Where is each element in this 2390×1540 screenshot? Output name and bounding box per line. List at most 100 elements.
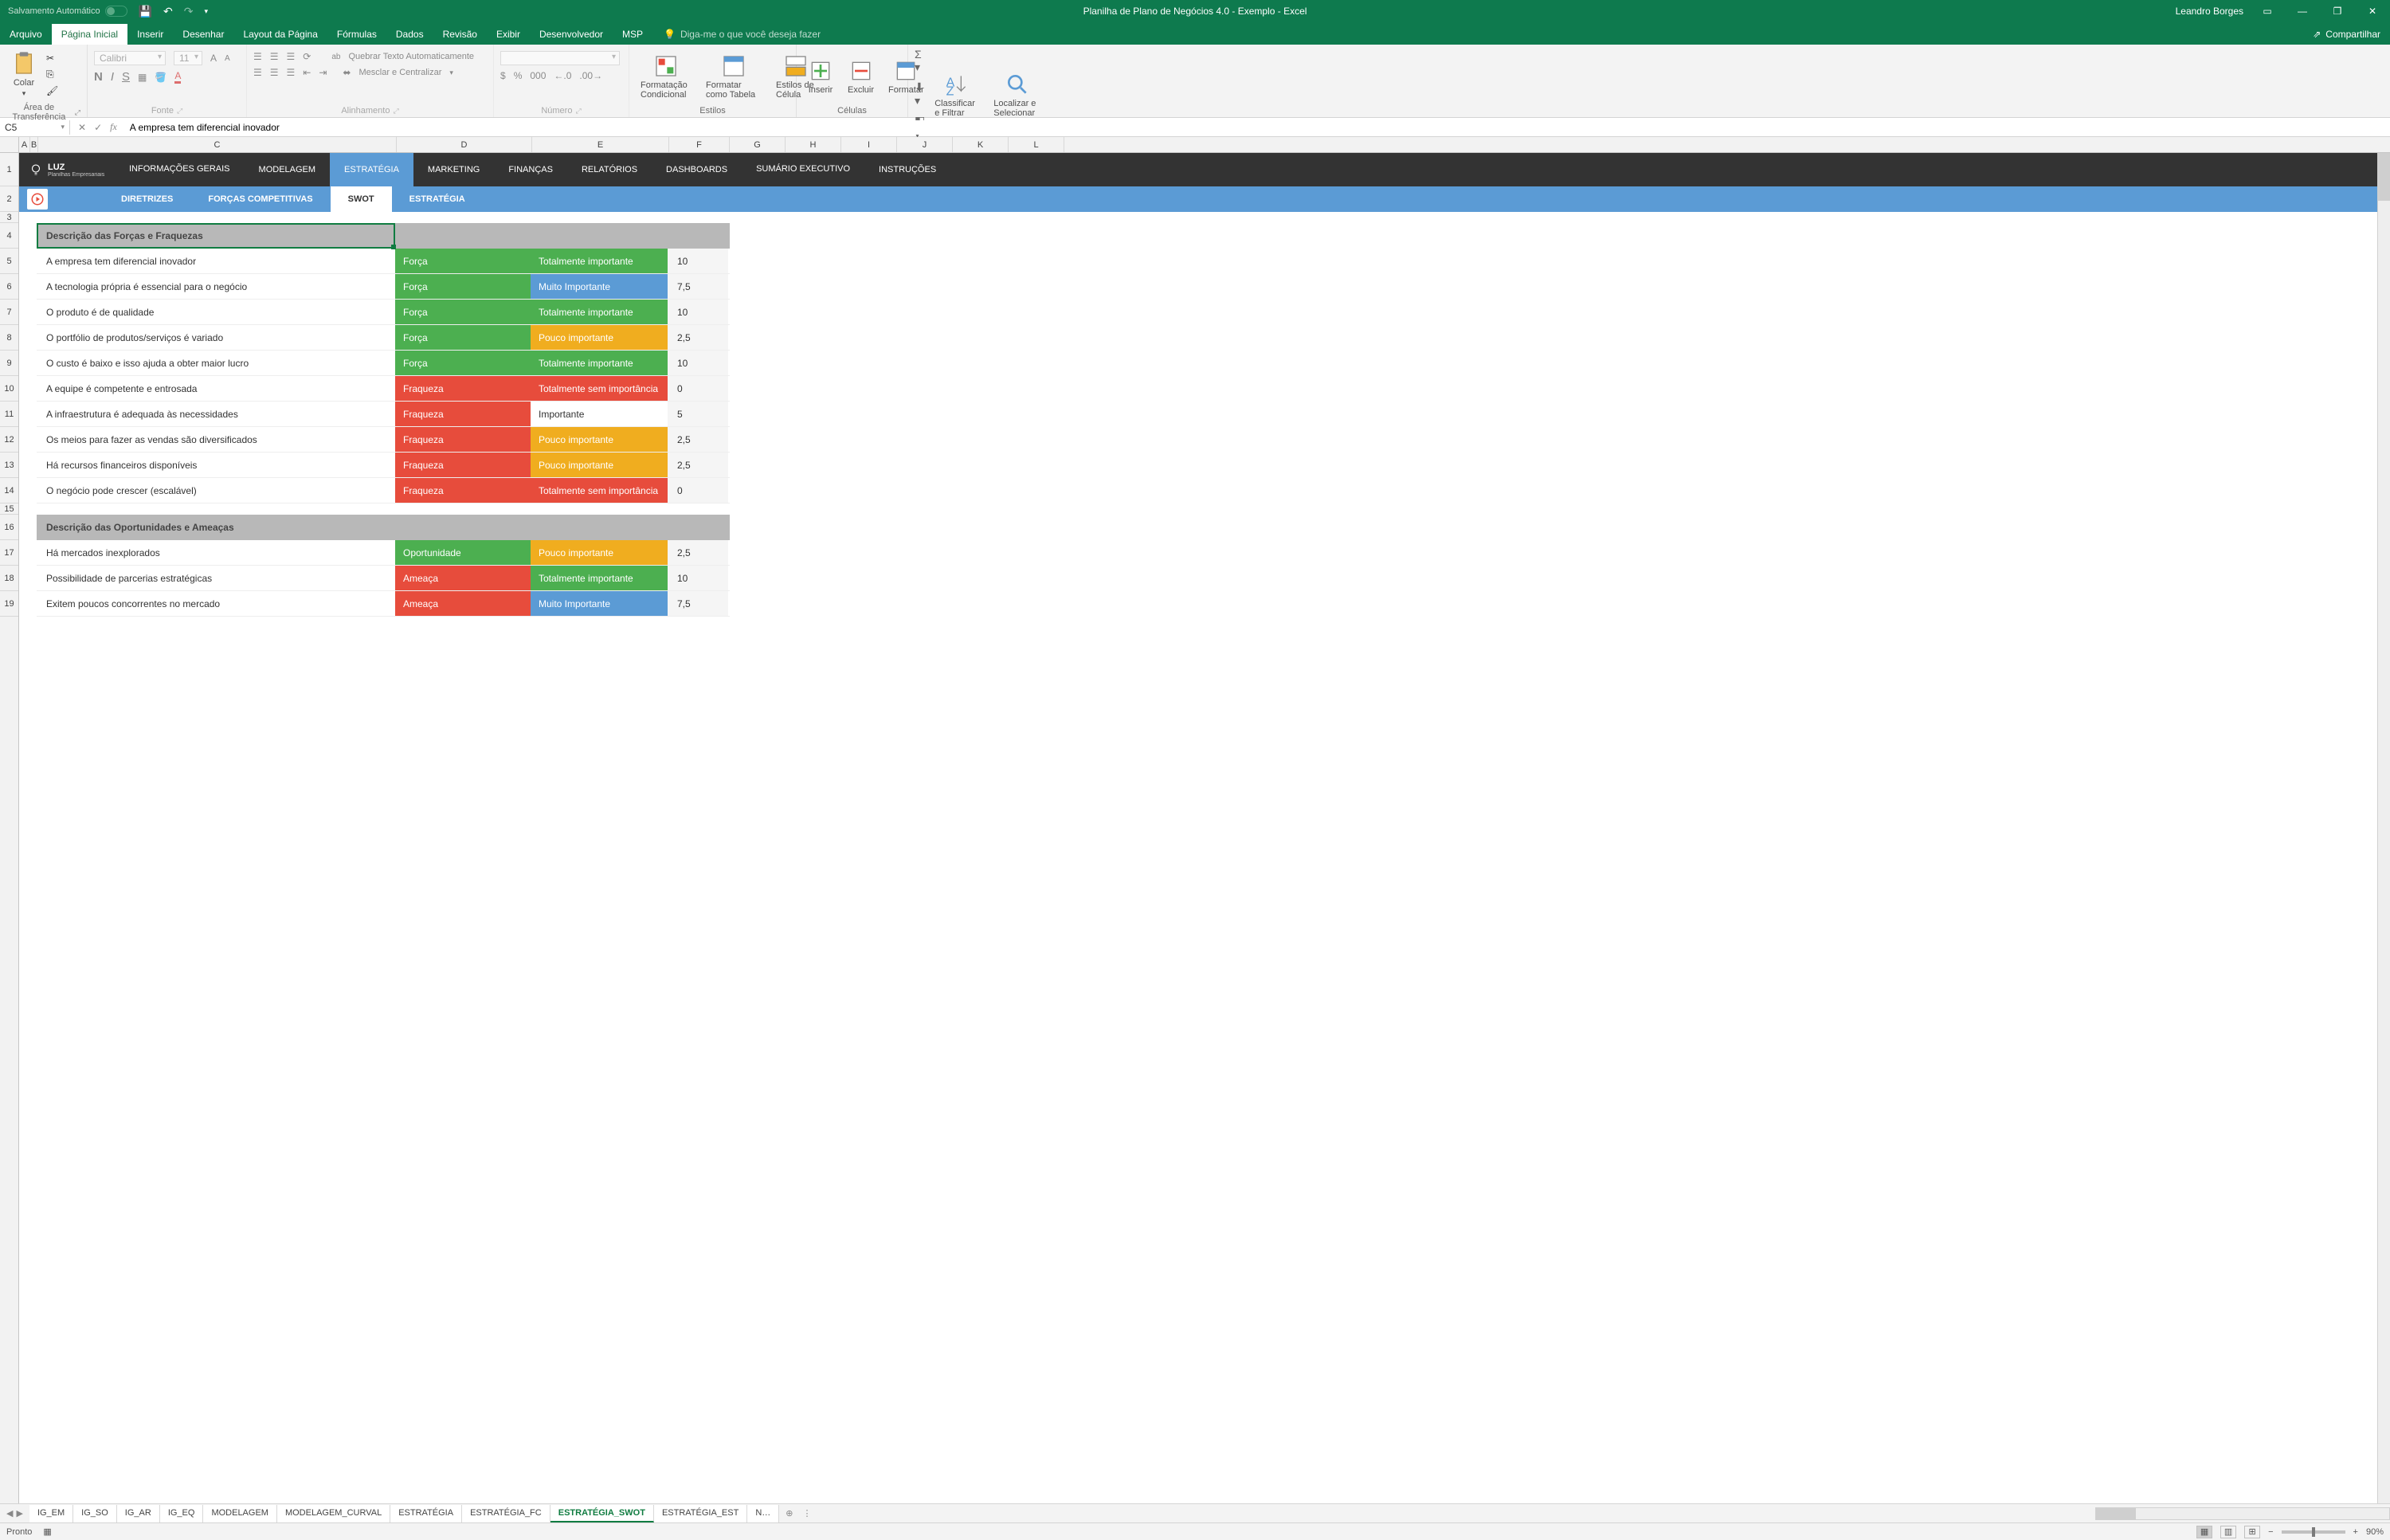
swot-category-cell[interactable]: Força bbox=[395, 274, 531, 299]
swot-category-cell[interactable]: Ameaça bbox=[395, 566, 531, 590]
font-size-select[interactable]: 11 bbox=[174, 51, 202, 65]
worksheet[interactable]: LUZPlanilhas Empresariais INFORMAÇÕES GE… bbox=[19, 153, 2390, 1503]
swot-category-cell[interactable]: Força bbox=[395, 249, 531, 273]
sheet-tab[interactable]: IG_SO bbox=[73, 1505, 117, 1522]
swot-category-cell[interactable]: Força bbox=[395, 351, 531, 375]
swot-importance-cell[interactable]: Pouco importante bbox=[531, 325, 668, 350]
merge-center-button[interactable]: Mesclar e Centralizar bbox=[358, 68, 441, 77]
sheet-tab[interactable]: MODELAGEM bbox=[203, 1505, 277, 1522]
tab-formulas[interactable]: Fórmulas bbox=[327, 24, 386, 45]
swot-score-cell[interactable]: 10 bbox=[668, 249, 728, 273]
swot-importance-cell[interactable]: Totalmente importante bbox=[531, 566, 668, 590]
name-box[interactable]: C5▾ bbox=[0, 120, 70, 135]
tab-home[interactable]: Página Inicial bbox=[52, 24, 127, 45]
swot-importance-cell[interactable]: Importante bbox=[531, 402, 668, 426]
row-header-16[interactable]: 16 bbox=[0, 515, 18, 540]
cancel-formula-icon[interactable]: ✕ bbox=[78, 122, 86, 133]
sheet-tab[interactable]: IG_EQ bbox=[160, 1505, 204, 1522]
clipboard-dialog-icon[interactable]: ⤢ bbox=[75, 108, 80, 117]
page-break-view-icon[interactable]: ⊞ bbox=[2244, 1526, 2260, 1538]
swot-score-cell[interactable]: 2,5 bbox=[668, 540, 728, 565]
row-header-14[interactable]: 14 bbox=[0, 478, 18, 504]
fill-icon[interactable]: ⬇ ▾ bbox=[915, 80, 925, 108]
swot-score-cell[interactable]: 2,5 bbox=[668, 325, 728, 350]
nav-instructions[interactable]: INSTRUÇÕES bbox=[864, 153, 950, 186]
swot-desc-cell[interactable]: Há recursos financeiros disponíveis bbox=[37, 453, 395, 477]
nav-finance[interactable]: FINANÇAS bbox=[494, 153, 567, 186]
autosum-icon[interactable]: Σ ▾ bbox=[915, 48, 925, 74]
swot-score-cell[interactable]: 10 bbox=[668, 351, 728, 375]
swot-importance-cell[interactable]: Pouco importante bbox=[531, 427, 668, 452]
sheet-tab[interactable]: MODELAGEM_CURVAL bbox=[277, 1505, 390, 1522]
fill-color-icon[interactable]: 🪣 bbox=[155, 72, 167, 83]
swot-desc-cell[interactable]: Os meios para fazer as vendas são divers… bbox=[37, 427, 395, 452]
italic-icon[interactable]: I bbox=[111, 70, 114, 84]
col-header-B[interactable]: B bbox=[30, 137, 38, 152]
vertical-scrollbar[interactable] bbox=[2377, 153, 2390, 1503]
subnav-swot[interactable]: SWOT bbox=[331, 186, 392, 212]
row-header-15[interactable]: 15 bbox=[0, 504, 18, 515]
currency-icon[interactable]: $ bbox=[500, 70, 506, 81]
swot-category-cell[interactable]: Força bbox=[395, 300, 531, 324]
decrease-font-icon[interactable]: A bbox=[225, 54, 230, 63]
swot-desc-cell[interactable]: O produto é de qualidade bbox=[37, 300, 395, 324]
swot-desc-cell[interactable]: Há mercados inexplorados bbox=[37, 540, 395, 565]
tell-me-search[interactable]: 💡 Diga-me o que você deseja fazer bbox=[664, 29, 821, 45]
find-select-button[interactable]: Localizar e Selecionar bbox=[989, 69, 1046, 121]
swot-desc-cell[interactable]: Possibilidade de parcerias estratégicas bbox=[37, 566, 395, 590]
swot-desc-cell[interactable]: Exitem poucos concorrentes no mercado bbox=[37, 591, 395, 616]
swot-importance-cell[interactable]: Muito Importante bbox=[531, 274, 668, 299]
tab-data[interactable]: Dados bbox=[386, 24, 433, 45]
swot-desc-cell[interactable]: O portfólio de produtos/serviços é varia… bbox=[37, 325, 395, 350]
col-header-E[interactable]: E bbox=[532, 137, 669, 152]
undo-icon[interactable]: ↶ bbox=[163, 5, 173, 18]
swot-importance-cell[interactable]: Muito Importante bbox=[531, 591, 668, 616]
align-dialog-icon[interactable]: ⤢ bbox=[393, 107, 398, 116]
new-sheet-icon[interactable]: ⊕ bbox=[779, 1508, 799, 1518]
share-button[interactable]: ⇗ Compartilhar bbox=[2303, 24, 2390, 45]
row-header-8[interactable]: 8 bbox=[0, 325, 18, 351]
swot-desc-cell[interactable]: O custo é baixo e isso ajuda a obter mai… bbox=[37, 351, 395, 375]
row-header-7[interactable]: 7 bbox=[0, 300, 18, 325]
increase-indent-icon[interactable]: ⇥ bbox=[319, 67, 327, 78]
col-header-I[interactable]: I bbox=[841, 137, 897, 152]
tab-developer[interactable]: Desenvolvedor bbox=[530, 24, 613, 45]
zoom-in-icon[interactable]: + bbox=[2353, 1527, 2358, 1537]
conditional-format-button[interactable]: Formatação Condicional bbox=[636, 50, 696, 103]
sheet-tab[interactable]: ESTRATÉGIA bbox=[390, 1505, 462, 1522]
zoom-out-icon[interactable]: − bbox=[2268, 1527, 2273, 1537]
swot-score-cell[interactable]: 10 bbox=[668, 566, 728, 590]
swot-category-cell[interactable]: Fraqueza bbox=[395, 376, 531, 401]
redo-icon[interactable]: ↷ bbox=[184, 5, 194, 18]
format-table-button[interactable]: Formatar como Tabela bbox=[701, 50, 766, 103]
align-bottom-icon[interactable]: ☰ bbox=[287, 51, 296, 62]
col-header-F[interactable]: F bbox=[669, 137, 730, 152]
row-header-10[interactable]: 10 bbox=[0, 376, 18, 402]
format-painter-icon[interactable]: 🖌 bbox=[46, 85, 58, 96]
select-all-corner[interactable] bbox=[0, 137, 19, 153]
swot-importance-cell[interactable]: Totalmente sem importância bbox=[531, 376, 668, 401]
bold-icon[interactable]: N bbox=[94, 70, 103, 84]
row-header-3[interactable]: 3 bbox=[0, 212, 18, 223]
tab-msp[interactable]: MSP bbox=[613, 24, 652, 45]
insert-cells-button[interactable]: Inserir bbox=[803, 55, 838, 98]
tab-review[interactable]: Revisão bbox=[433, 24, 487, 45]
horizontal-scrollbar[interactable] bbox=[2095, 1507, 2390, 1520]
macro-record-icon[interactable]: ▦ bbox=[43, 1526, 51, 1537]
col-header-D[interactable]: D bbox=[397, 137, 532, 152]
row-header-19[interactable]: 19 bbox=[0, 591, 18, 617]
subnav-forcas[interactable]: FORÇAS COMPETITIVAS bbox=[190, 186, 330, 212]
swot-category-cell[interactable]: Força bbox=[395, 325, 531, 350]
delete-cells-button[interactable]: Excluir bbox=[843, 55, 879, 98]
swot-category-cell[interactable]: Fraqueza bbox=[395, 402, 531, 426]
subnav-diretrizes[interactable]: DIRETRIZES bbox=[104, 186, 190, 212]
row-header-13[interactable]: 13 bbox=[0, 453, 18, 478]
swot-score-cell[interactable]: 7,5 bbox=[668, 274, 728, 299]
underline-icon[interactable]: S bbox=[122, 70, 130, 84]
row-header-12[interactable]: 12 bbox=[0, 427, 18, 453]
swot-score-cell[interactable]: 2,5 bbox=[668, 453, 728, 477]
col-header-J[interactable]: J bbox=[897, 137, 953, 152]
page-layout-view-icon[interactable]: ▥ bbox=[2220, 1526, 2236, 1538]
row-header-9[interactable]: 9 bbox=[0, 351, 18, 376]
percent-icon[interactable]: % bbox=[514, 70, 523, 81]
